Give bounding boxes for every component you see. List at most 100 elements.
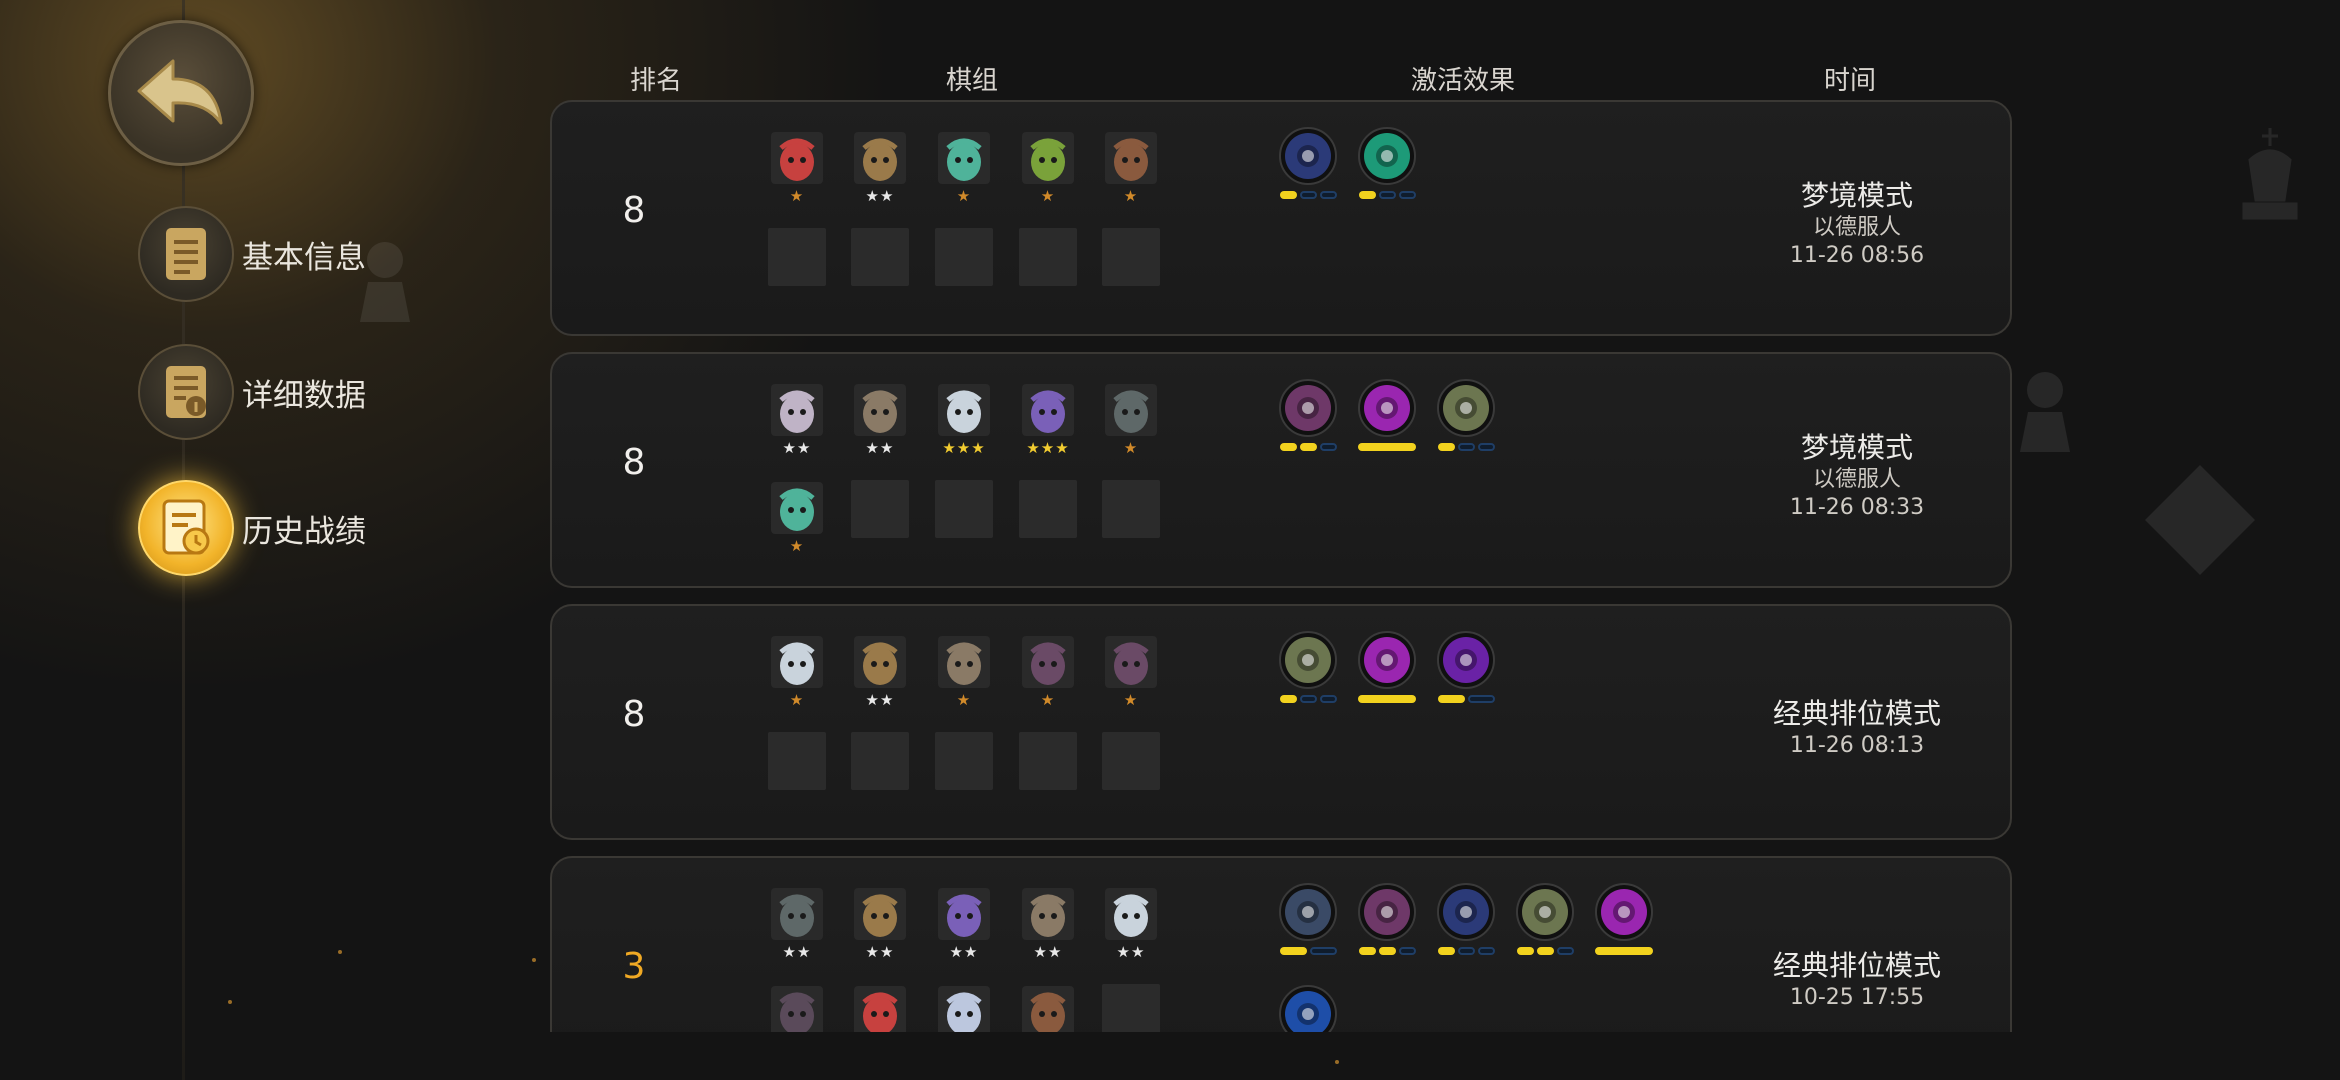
synergy-badge[interactable] <box>1278 882 1338 962</box>
synergy-level-bar <box>1378 191 1396 199</box>
hero-portrait[interactable]: ★★ <box>1019 886 1077 962</box>
synergy-level-bar <box>1477 443 1495 451</box>
synergy-badge[interactable] <box>1278 630 1338 710</box>
hero-stars: ★★ <box>782 943 812 961</box>
synergy-level-bar <box>1279 191 1297 199</box>
hero-portrait[interactable]: ★ <box>768 480 826 556</box>
document-info-icon <box>138 344 234 440</box>
hero-portrait[interactable] <box>1019 984 1077 1032</box>
hero-stars: ★★ <box>865 691 895 709</box>
synergy-level-bar <box>1516 947 1534 955</box>
synergy-badge[interactable] <box>1278 126 1338 206</box>
hero-portrait[interactable]: ★ <box>1102 382 1160 458</box>
synergy-level-bar <box>1437 695 1465 703</box>
match-record[interactable]: 8 ★★ ★★ ★★★ ★★★ ★ ★ 梦境模式 以德服人 11-26 08:33 <box>550 352 2012 588</box>
hero-stars: ★ <box>1123 439 1139 457</box>
hero-portrait[interactable]: ★★ <box>851 886 909 962</box>
synergy-level-bar <box>1457 443 1475 451</box>
empty-hero-slot <box>1102 732 1160 790</box>
synergy-badge[interactable] <box>1278 378 1338 458</box>
hero-portrait[interactable] <box>851 984 909 1032</box>
synergy-level-bar <box>1299 443 1317 451</box>
hero-portrait[interactable]: ★★ <box>935 886 993 962</box>
red-beast-portrait-icon <box>851 984 909 1032</box>
synergy-badge[interactable] <box>1594 882 1654 962</box>
hero-portrait[interactable]: ★ <box>768 130 826 206</box>
spirit-synergy-icon <box>1278 630 1338 690</box>
synergy-level-bar <box>1299 695 1317 703</box>
ogre-portrait-icon <box>935 634 993 690</box>
synergy-level-bars <box>1436 947 1496 955</box>
hero-portrait[interactable] <box>935 984 993 1032</box>
match-record[interactable]: 3 ★★ ★★ ★★ ★★ ★★ 经典排位模式 10-25 17:55 <box>550 856 2012 1032</box>
synergy-badge[interactable] <box>1278 984 1338 1032</box>
synergy-badge[interactable] <box>1515 882 1575 962</box>
demon-synergy-icon <box>1357 630 1417 690</box>
synergy-badge[interactable] <box>1357 126 1417 206</box>
sidebar-item-basic-info[interactable]: 基本信息 <box>138 206 366 302</box>
rogue-portrait-icon <box>1019 984 1077 1032</box>
hero-portrait[interactable]: ★ <box>935 634 993 710</box>
empty-hero-slot <box>935 228 993 286</box>
synergy-level-bar <box>1556 947 1574 955</box>
empty-hero-slot <box>851 480 909 538</box>
hero-portrait[interactable]: ★★ <box>768 382 826 458</box>
match-history-list[interactable]: 8 ★ ★★ ★ ★ ★ 梦境模式 以德服人 11-26 08:56 8 ★★ ★★ ★★★ ★★★ ★ ★ 梦… <box>550 100 2016 1032</box>
rank-value: 8 <box>622 442 646 483</box>
hero-portrait[interactable]: ★★ <box>768 886 826 962</box>
beast-paw-synergy-icon <box>1357 126 1417 186</box>
match-record[interactable]: 8 ★ ★★ ★ ★ ★ 经典排位模式 11-26 08:13 <box>550 604 2012 840</box>
synergy-level-bar <box>1319 443 1337 451</box>
hero-portrait[interactable]: ★★ <box>851 130 909 206</box>
synergy-level-bar <box>1536 947 1554 955</box>
spirit-synergy-icon <box>1436 378 1496 438</box>
synergy-level-bars <box>1436 695 1496 703</box>
empty-hero-slot <box>1102 228 1160 286</box>
purple-demon-portrait-icon <box>935 886 993 942</box>
hero-portrait[interactable]: ★★★ <box>1019 382 1077 458</box>
hero-portrait[interactable] <box>768 984 826 1032</box>
hero-portrait[interactable]: ★ <box>935 130 993 206</box>
tree-ent-portrait-icon <box>851 130 909 186</box>
hero-portrait[interactable]: ★ <box>1019 130 1077 206</box>
synergy-level-bar <box>1279 443 1297 451</box>
hero-stars: ★ <box>956 187 972 205</box>
synergy-badge[interactable] <box>1357 630 1417 710</box>
hooded-assassin-portrait-icon <box>1102 634 1160 690</box>
game-mode: 梦境模式 <box>1800 179 1913 212</box>
synergy-level-bar <box>1467 695 1495 703</box>
synergy-badge[interactable] <box>1436 882 1496 962</box>
hero-portrait[interactable]: ★ <box>768 634 826 710</box>
synergy-level-bar <box>1358 695 1416 703</box>
empty-hero-slot <box>1019 228 1077 286</box>
empty-hero-slot <box>851 228 909 286</box>
hero-portrait[interactable]: ★★ <box>851 634 909 710</box>
back-button[interactable] <box>108 20 254 166</box>
hero-stars: ★ <box>1123 187 1139 205</box>
sidebar-item-history[interactable]: 历史战绩 <box>138 480 366 576</box>
sidebar-item-label: 历史战绩 <box>242 513 366 550</box>
synergy-badge[interactable] <box>1357 882 1417 962</box>
synergy-level-bar <box>1279 695 1297 703</box>
spark <box>228 1000 232 1004</box>
red-beast-portrait-icon <box>768 130 826 186</box>
synergy-level-bar <box>1398 947 1416 955</box>
synergy-level-bar <box>1457 947 1475 955</box>
cloud-spirit-portrait-icon <box>768 634 826 690</box>
hero-portrait[interactable]: ★ <box>1102 634 1160 710</box>
match-info: 经典排位模式 10-25 17:55 <box>1742 944 1972 1012</box>
demon-synergy-icon <box>1357 378 1417 438</box>
sidebar-item-detailed-data[interactable]: 详细数据 <box>138 344 366 440</box>
header-lineup: 棋组 <box>946 66 999 96</box>
synergy-level-bars <box>1278 947 1338 955</box>
synergy-badge[interactable] <box>1436 630 1496 710</box>
hero-portrait[interactable]: ★ <box>1019 634 1077 710</box>
synergy-badge[interactable] <box>1436 378 1496 458</box>
hero-portrait[interactable]: ★ <box>1102 130 1160 206</box>
synergy-badge[interactable] <box>1357 378 1417 458</box>
rank-value: 8 <box>622 190 646 231</box>
hero-portrait[interactable]: ★★ <box>1102 886 1160 962</box>
hero-portrait[interactable]: ★★★ <box>935 382 993 458</box>
match-record[interactable]: 8 ★ ★★ ★ ★ ★ 梦境模式 以德服人 11-26 08:56 <box>550 100 2012 336</box>
hero-portrait[interactable]: ★★ <box>851 382 909 458</box>
